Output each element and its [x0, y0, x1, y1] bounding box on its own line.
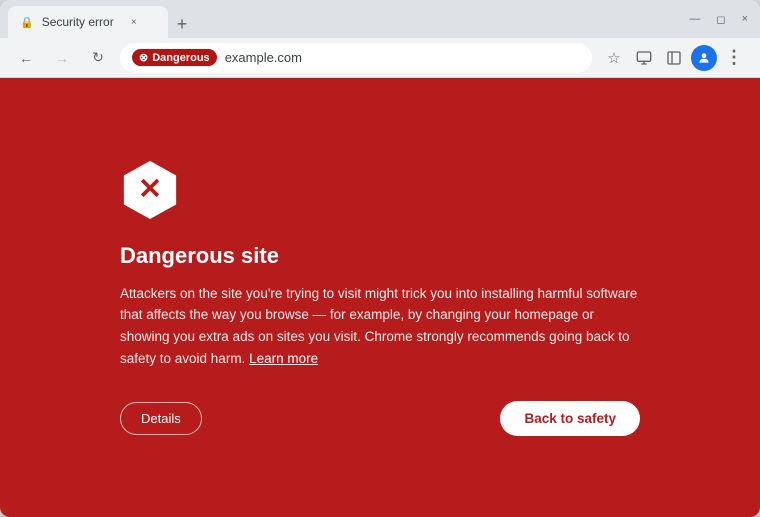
- error-content: ✕ Dangerous site Attackers on the site y…: [120, 159, 640, 436]
- menu-icon[interactable]: ⋮: [720, 44, 748, 72]
- restore-button[interactable]: ◻: [716, 13, 725, 26]
- error-description: Attackers on the site you're trying to v…: [120, 283, 640, 369]
- error-title: Dangerous site: [120, 243, 640, 269]
- browser-window: 🔒 Security error × + — ◻ × ← → ↻: [0, 0, 760, 517]
- profile-icon[interactable]: [690, 44, 718, 72]
- svg-text:✕: ✕: [138, 173, 162, 205]
- details-button[interactable]: Details: [120, 402, 202, 435]
- url-text: example.com: [225, 50, 302, 65]
- error-icon-container: ✕: [120, 159, 180, 219]
- title-bar: 🔒 Security error × + — ◻ ×: [0, 0, 760, 38]
- new-tab-button[interactable]: +: [168, 10, 196, 38]
- bookmark-icon[interactable]: ☆: [600, 44, 628, 72]
- tab-list: 🔒 Security error × +: [8, 0, 685, 38]
- tab-title: Security error: [42, 15, 114, 29]
- tab-favicon: 🔒: [20, 16, 34, 29]
- address-bar: ← → ↻ ⊗ Dangerous example.com ☆: [0, 38, 760, 78]
- learn-more-link[interactable]: Learn more: [249, 351, 318, 366]
- toolbar-icons: ☆ ⋮: [600, 44, 748, 72]
- profile-avatar: [691, 45, 717, 71]
- save-to-shelf-icon[interactable]: [630, 44, 658, 72]
- browser-tab[interactable]: 🔒 Security error ×: [8, 6, 168, 38]
- window-close-button[interactable]: ×: [742, 13, 748, 26]
- dangerous-badge: ⊗ Dangerous: [132, 49, 217, 66]
- forward-button: →: [48, 44, 76, 72]
- error-actions: Details Back to safety: [120, 401, 640, 436]
- minimize-button[interactable]: —: [689, 13, 700, 26]
- error-page: ✕ Dangerous site Attackers on the site y…: [0, 78, 760, 517]
- reload-button[interactable]: ↻: [84, 44, 112, 72]
- back-button[interactable]: ←: [12, 44, 40, 72]
- tab-close-button[interactable]: ×: [126, 14, 142, 30]
- danger-icon: ✕: [120, 158, 180, 220]
- back-to-safety-button[interactable]: Back to safety: [500, 401, 640, 436]
- side-panel-icon[interactable]: [660, 44, 688, 72]
- badge-label: Dangerous: [152, 52, 209, 64]
- window-actions: — ◻ ×: [689, 13, 752, 26]
- url-bar[interactable]: ⊗ Dangerous example.com: [120, 43, 592, 73]
